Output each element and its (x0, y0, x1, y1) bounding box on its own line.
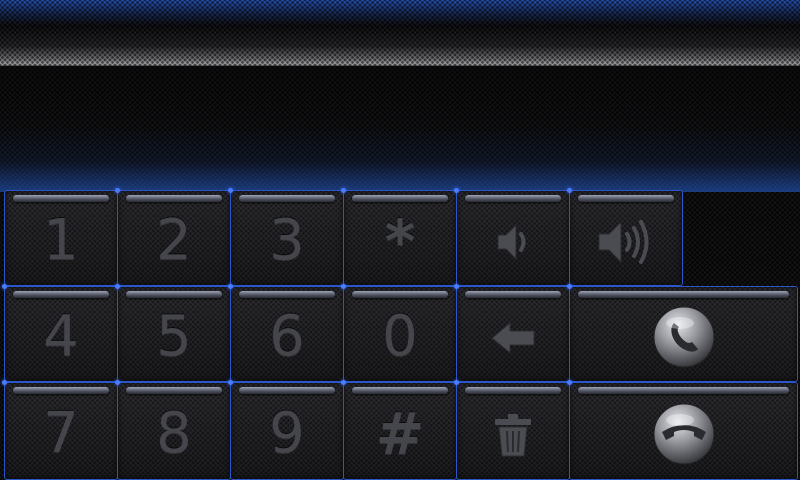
key-0-label: 0 (382, 304, 418, 369)
key-4-label: 4 (43, 304, 79, 369)
grid-glow-dot (567, 284, 572, 289)
key-7[interactable]: 7 (4, 382, 118, 480)
key-8-label: 8 (156, 401, 192, 466)
grid-glow-dot (228, 284, 233, 289)
grid-glow-dot (228, 188, 233, 193)
key-1[interactable]: 1 (4, 190, 118, 286)
key-9-label: 9 (269, 401, 305, 466)
key-hash-label: # (375, 400, 425, 468)
grid-glow-dot (115, 284, 120, 289)
grid-glow-dot (454, 380, 459, 385)
grid-glow-dot (115, 188, 120, 193)
trash-icon (495, 414, 531, 457)
volume-up-button[interactable] (569, 190, 683, 286)
key-star-label: * (384, 207, 416, 275)
grid-glow-dot (2, 284, 7, 289)
key-highlight (578, 291, 789, 298)
backspace-button[interactable] (456, 286, 570, 382)
grid-glow-dot (567, 188, 572, 193)
grid-glow-dot (341, 284, 346, 289)
grid-glow-dot (2, 380, 7, 385)
grid-glow-dot (341, 380, 346, 385)
grid-glow-dot (115, 380, 120, 385)
volume-down-button[interactable] (456, 190, 570, 286)
key-2[interactable]: 2 (117, 190, 231, 286)
key-highlight (13, 195, 109, 202)
backspace-arrow-icon (491, 321, 535, 355)
delete-button[interactable] (456, 382, 570, 480)
phone-hangup-icon (653, 403, 714, 465)
grid-glow-dot (567, 380, 572, 385)
volume-up-icon (598, 220, 649, 264)
end-call-button[interactable] (569, 382, 798, 480)
key-highlight (239, 195, 335, 202)
key-8[interactable]: 8 (117, 382, 231, 480)
key-highlight (13, 387, 109, 394)
grid-glow-dot (228, 380, 233, 385)
grid-glow-dot (454, 284, 459, 289)
key-highlight (239, 291, 335, 298)
key-3-label: 3 (269, 208, 305, 273)
call-button[interactable] (569, 286, 798, 382)
phone-call-icon (653, 306, 714, 368)
grid-glow-dot (341, 188, 346, 193)
key-highlight (578, 387, 789, 394)
dialer-screen: 1 2 3 * 4 5 6 0 7 8 9 # (0, 0, 800, 480)
key-highlight (578, 195, 674, 202)
key-6-label: 6 (269, 304, 305, 369)
key-highlight (465, 195, 561, 202)
dialed-number (20, 106, 780, 156)
key-9[interactable]: 9 (230, 382, 344, 480)
key-highlight (126, 387, 222, 394)
key-6[interactable]: 6 (230, 286, 344, 382)
key-1-label: 1 (43, 208, 79, 273)
key-3[interactable]: 3 (230, 190, 344, 286)
key-highlight (465, 387, 561, 394)
key-highlight (126, 195, 222, 202)
key-highlight (352, 387, 448, 394)
key-0[interactable]: 0 (343, 286, 457, 382)
key-highlight (239, 387, 335, 394)
key-highlight (13, 291, 109, 298)
key-highlight (126, 291, 222, 298)
key-4[interactable]: 4 (4, 286, 118, 382)
key-star[interactable]: * (343, 190, 457, 286)
top-bar (0, 0, 800, 66)
key-highlight (465, 291, 561, 298)
key-highlight (352, 291, 448, 298)
grid-glow-dot (454, 188, 459, 193)
keypad: 1 2 3 * 4 5 6 0 7 8 9 # (2, 188, 800, 480)
key-5[interactable]: 5 (117, 286, 231, 382)
volume-down-icon (497, 223, 526, 261)
key-7-label: 7 (43, 401, 79, 466)
key-hash[interactable]: # (343, 382, 457, 480)
key-2-label: 2 (156, 208, 192, 273)
key-5-label: 5 (156, 304, 192, 369)
number-display (0, 66, 800, 192)
key-highlight (352, 195, 448, 202)
